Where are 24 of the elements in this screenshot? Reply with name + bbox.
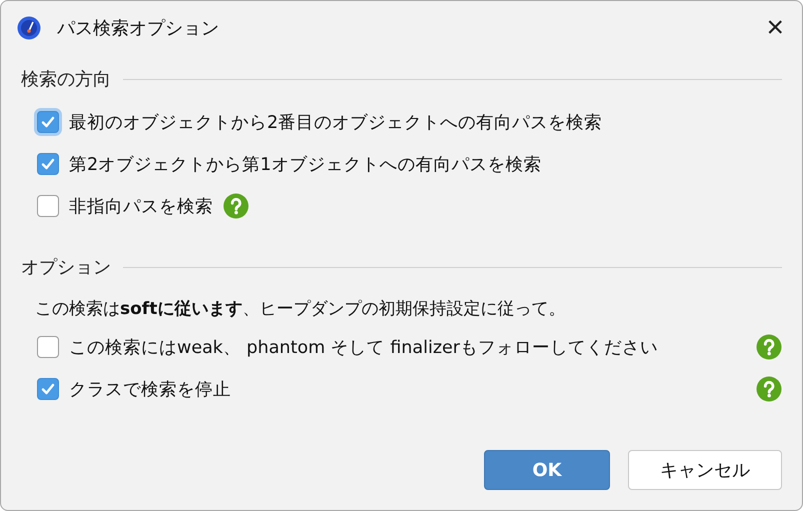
checkbox[interactable] [37, 195, 59, 217]
checkbox[interactable] [37, 153, 59, 175]
window-title: パス検索オプション [57, 17, 220, 40]
checkmark-icon [40, 114, 56, 130]
checkmark-icon [40, 156, 56, 172]
checkbox-label: クラスで検索を停止 [69, 379, 231, 401]
close-button[interactable]: × [762, 13, 788, 43]
checkbox[interactable] [37, 111, 59, 133]
checkbox-label: 非指向パスを検索 [69, 196, 213, 218]
gauge-icon [17, 16, 41, 40]
ok-button[interactable]: OK [484, 450, 610, 490]
checkbox-label: この検索にはweak、 phantom そして finalizerもフォローしてください [69, 337, 658, 359]
section-title: 検索の方向 [21, 68, 111, 91]
cancel-button[interactable]: キャンセル [628, 450, 782, 490]
note-text: この検索はsoftに従います、ヒープダンプの初期保持設定に従って。 [35, 298, 566, 320]
help-icon[interactable] [756, 376, 782, 402]
help-icon[interactable] [756, 334, 782, 360]
section-title: オプション [21, 256, 111, 279]
checkbox-label: 第2オブジェクトから第1オブジェクトへの有向パスを検索 [69, 154, 542, 176]
checkbox-label: 最初のオブジェクトから2番目のオブジェクトへの有向パスを検索 [69, 112, 602, 134]
help-icon[interactable] [223, 193, 249, 219]
checkmark-icon [40, 381, 56, 397]
checkbox[interactable] [37, 378, 59, 400]
checkbox[interactable] [37, 336, 59, 358]
